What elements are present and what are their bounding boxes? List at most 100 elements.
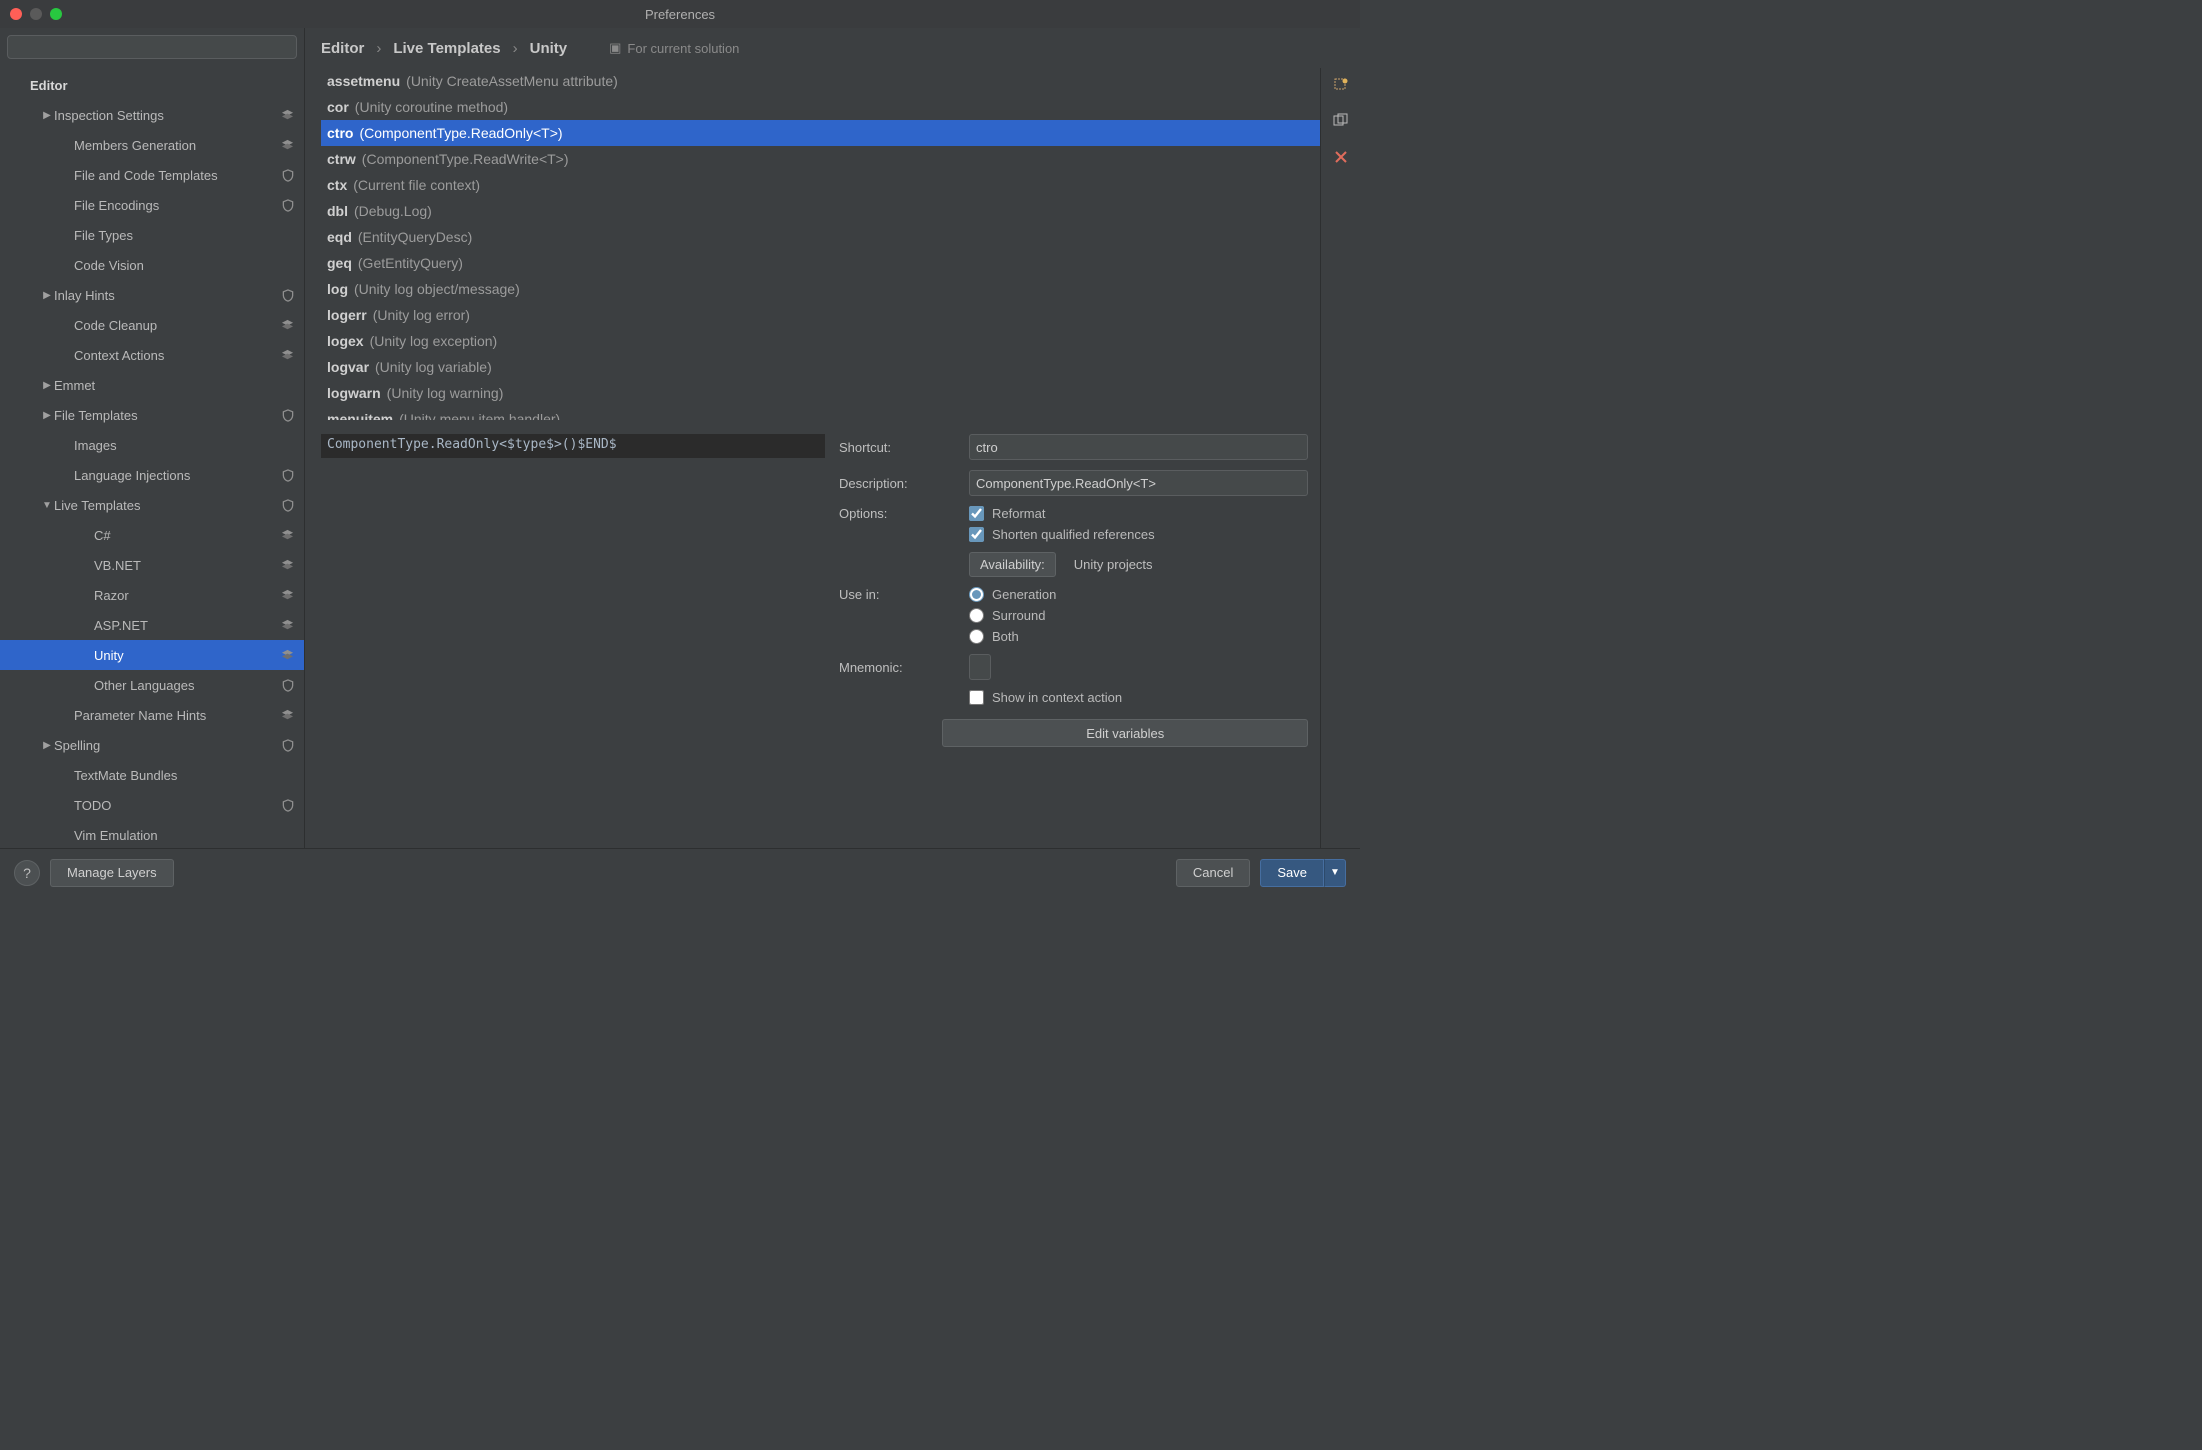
layers-icon (274, 349, 294, 362)
sidebar-item-vim-emulation[interactable]: Vim Emulation (0, 820, 304, 848)
sidebar-item-inlay-hints[interactable]: ▶Inlay Hints (0, 280, 304, 310)
chevron-icon: ▶ (40, 290, 54, 301)
template-body-editor[interactable]: ComponentType.ReadOnly<$type$>()$END$ (321, 434, 825, 458)
usein-generation[interactable]: Generation (969, 587, 1056, 602)
sidebar-item-razor[interactable]: Razor (0, 580, 304, 610)
template-row-cor[interactable]: cor(Unity coroutine method) (321, 94, 1320, 120)
template-row-logerr[interactable]: logerr(Unity log error) (321, 302, 1320, 328)
option-shorten[interactable]: Shorten qualified references (969, 527, 1155, 542)
sidebar-item-label: File Encodings (74, 198, 274, 213)
mnemonic-input[interactable] (969, 654, 991, 680)
template-row-geq[interactable]: geq(GetEntityQuery) (321, 250, 1320, 276)
sidebar-item-asp-net[interactable]: ASP.NET (0, 610, 304, 640)
sidebar-item-label: Inlay Hints (54, 288, 274, 303)
sidebar-item-spelling[interactable]: ▶Spelling (0, 730, 304, 760)
crumb-0[interactable]: Editor (321, 40, 364, 57)
template-abbr: logerr (327, 304, 367, 326)
template-row-ctro[interactable]: ctro(ComponentType.ReadOnly<T>) (321, 120, 1320, 146)
sidebar-item-code-cleanup[interactable]: Code Cleanup (0, 310, 304, 340)
template-row-logex[interactable]: logex(Unity log exception) (321, 328, 1320, 354)
template-row-log[interactable]: log(Unity log object/message) (321, 276, 1320, 302)
sidebar-item-label: Unity (94, 648, 274, 663)
show-context-action[interactable]: Show in context action (969, 690, 1122, 705)
template-form: Shortcut: Description: Options: (839, 434, 1320, 848)
save-button[interactable]: Save (1260, 859, 1324, 887)
sidebar-item-members-generation[interactable]: Members Generation (0, 130, 304, 160)
template-desc: (Unity CreateAssetMenu attribute) (406, 70, 618, 92)
sidebar-item-file-encodings[interactable]: File Encodings (0, 190, 304, 220)
chevron-icon: ▶ (40, 110, 54, 121)
usein-surround-radio[interactable] (969, 608, 984, 623)
usein-generation-radio[interactable] (969, 587, 984, 602)
usein-surround[interactable]: Surround (969, 608, 1056, 623)
sidebar-item-label: File Templates (54, 408, 274, 423)
template-desc: (ComponentType.ReadWrite<T>) (362, 148, 569, 170)
sidebar-item-unity[interactable]: Unity (0, 640, 304, 670)
sidebar-item-label: Parameter Name Hints (74, 708, 274, 723)
shield-icon (274, 679, 294, 692)
template-row-logwarn[interactable]: logwarn(Unity log warning) (321, 380, 1320, 406)
template-abbr: ctx (327, 174, 347, 196)
shield-icon (274, 799, 294, 812)
template-desc: (Unity log warning) (387, 382, 504, 404)
help-button[interactable]: ? (14, 860, 40, 886)
sidebar-item-vb-net[interactable]: VB.NET (0, 550, 304, 580)
template-row-ctx[interactable]: ctx (Current file context) (321, 172, 1320, 198)
sidebar-item-emmet[interactable]: ▶Emmet (0, 370, 304, 400)
sidebar-item-language-injections[interactable]: Language Injections (0, 460, 304, 490)
template-row-eqd[interactable]: eqd(EntityQueryDesc) (321, 224, 1320, 250)
shield-icon (274, 499, 294, 512)
template-desc: (Current file context) (353, 174, 480, 196)
sidebar-item-c-[interactable]: C# (0, 520, 304, 550)
shorten-checkbox[interactable] (969, 527, 984, 542)
cancel-button[interactable]: Cancel (1176, 859, 1250, 887)
shortcut-label: Shortcut: (839, 440, 959, 455)
edit-variables-button[interactable]: Edit variables (942, 719, 1308, 747)
template-list[interactable]: assetmenu(Unity CreateAssetMenu attribut… (321, 68, 1320, 420)
sidebar-item-file-and-code-templates[interactable]: File and Code Templates (0, 160, 304, 190)
copy-template-icon[interactable] (1332, 112, 1350, 130)
save-dropdown-caret[interactable]: ▼ (1324, 859, 1346, 887)
sidebar-item-label: Context Actions (74, 348, 274, 363)
sidebar-item-label: C# (94, 528, 274, 543)
options-label: Options: (839, 506, 959, 521)
template-row-assetmenu[interactable]: assetmenu(Unity CreateAssetMenu attribut… (321, 68, 1320, 94)
layers-icon (274, 589, 294, 602)
crumb-1[interactable]: Live Templates (393, 40, 500, 57)
sidebar-item-file-templates[interactable]: ▶File Templates (0, 400, 304, 430)
sidebar-item-inspection-settings[interactable]: ▶Inspection Settings (0, 100, 304, 130)
template-row-ctrw[interactable]: ctrw (ComponentType.ReadWrite<T>) (321, 146, 1320, 172)
sidebar-item-todo[interactable]: TODO (0, 790, 304, 820)
show-context-checkbox[interactable] (969, 690, 984, 705)
shortcut-input[interactable] (969, 434, 1308, 460)
reformat-checkbox[interactable] (969, 506, 984, 521)
crumb-2[interactable]: Unity (530, 40, 568, 57)
sidebar-item-label: Emmet (54, 378, 274, 393)
option-reformat[interactable]: Reformat (969, 506, 1155, 521)
template-abbr: ctrw (327, 148, 356, 170)
usein-both-radio[interactable] (969, 629, 984, 644)
sidebar-item-other-languages[interactable]: Other Languages (0, 670, 304, 700)
template-row-menuitem[interactable]: menuitem(Unity menu item handler) (321, 406, 1320, 420)
manage-layers-button[interactable]: Manage Layers (50, 859, 174, 887)
sidebar-item-parameter-name-hints[interactable]: Parameter Name Hints (0, 700, 304, 730)
delete-template-icon[interactable] (1332, 148, 1350, 166)
description-input[interactable] (969, 470, 1308, 496)
sidebar-item-code-vision[interactable]: Code Vision (0, 250, 304, 280)
layer-scope-link[interactable]: ▣ For current solution (609, 40, 739, 56)
template-abbr: cor (327, 96, 349, 118)
template-row-logvar[interactable]: logvar(Unity log variable) (321, 354, 1320, 380)
availability-button[interactable]: Availability: (969, 552, 1056, 577)
search-input[interactable] (7, 35, 297, 59)
sidebar-item-label: Spelling (54, 738, 274, 753)
sidebar-item-file-types[interactable]: File Types (0, 220, 304, 250)
sidebar-item-images[interactable]: Images (0, 430, 304, 460)
usein-both[interactable]: Both (969, 629, 1056, 644)
breadcrumb: Editor › Live Templates › Unity ▣ For cu… (305, 28, 1360, 68)
template-row-dbl[interactable]: dbl(Debug.Log) (321, 198, 1320, 224)
sidebar-item-live-templates[interactable]: ▼Live Templates (0, 490, 304, 520)
sidebar-item-context-actions[interactable]: Context Actions (0, 340, 304, 370)
template-desc: (Debug.Log) (354, 200, 432, 222)
new-template-icon[interactable] (1332, 76, 1350, 94)
sidebar-item-textmate-bundles[interactable]: TextMate Bundles (0, 760, 304, 790)
